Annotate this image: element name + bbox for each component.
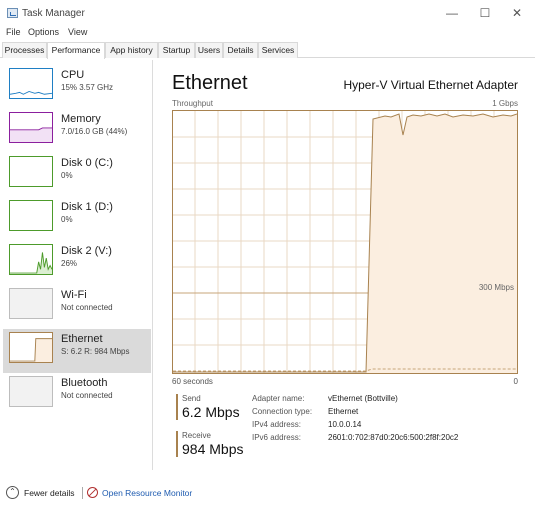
tab-processes[interactable]: Processes [2, 42, 47, 58]
memory-thumbnail [9, 112, 53, 143]
sidebar-item-label: Disk 2 (V:) [61, 245, 112, 257]
wifi-thumbnail [9, 288, 53, 319]
sidebar-item-disk1[interactable]: Disk 1 (D:) 0% [3, 197, 151, 241]
sidebar-item-label: Disk 0 (C:) [61, 157, 113, 169]
disk0-thumbnail [9, 156, 53, 187]
throughput-graph-svg [173, 111, 517, 373]
sidebar-item-ethernet[interactable]: Ethernet S: 6.2 R: 984 Mbps [3, 329, 151, 373]
menu-file[interactable]: File [6, 27, 21, 37]
minimize-icon[interactable]: — [437, 4, 467, 22]
sidebar-item-value: 26% [61, 259, 78, 268]
throughput-label: Throughput [172, 99, 213, 108]
detail-row: IPv4 address: 10.0.0.14 [252, 420, 512, 432]
detail-value: Ethernet [328, 407, 359, 416]
throughput-mid-label: 300 Mbps [478, 283, 514, 292]
sidebar-item-value: 15% 3.57 GHz [61, 83, 114, 92]
tab-services[interactable]: Services [258, 42, 298, 58]
sidebar-item-value: 7.0/16.0 GB (44%) [61, 127, 128, 136]
page-title: Ethernet [172, 72, 248, 94]
adapter-name-heading: Hyper-V Virtual Ethernet Adapter [343, 78, 518, 92]
sidebar-item-value: 0% [61, 171, 73, 180]
tab-performance[interactable]: Performance [47, 42, 105, 59]
sidebar-item-label: CPU [61, 69, 85, 81]
throughput-graph [172, 110, 518, 374]
sidebar-item-memory[interactable]: Memory 7.0/16.0 GB (44%) [3, 109, 151, 153]
ethernet-thumbnail [9, 332, 53, 363]
menu-options[interactable]: Options [28, 27, 59, 37]
window-title: Task Manager [22, 8, 85, 19]
detail-key: Adapter name: [252, 394, 305, 403]
sidebar-item-value: S: 6.2 R: 984 Mbps [61, 347, 130, 356]
footer-bar: ⌃ Fewer details Open Resource Monitor [0, 483, 535, 503]
detail-key: IPv4 address: [252, 420, 301, 429]
detail-row: Connection type: Ethernet [252, 407, 512, 419]
receive-label: Receive [182, 431, 211, 440]
detail-key: IPv6 address: [252, 433, 301, 442]
sidebar-item-value: Not connected [61, 303, 113, 312]
disk2-thumbnail [9, 244, 53, 275]
tab-details[interactable]: Details [223, 42, 258, 58]
receive-stat: Receive 984 Mbps [176, 431, 243, 457]
sidebar-item-label: Wi-Fi [61, 289, 87, 301]
send-label: Send [182, 394, 201, 403]
sidebar-item-label: Bluetooth [61, 377, 108, 389]
time-span-label: 60 seconds [172, 377, 213, 386]
sidebar-item-disk2[interactable]: Disk 2 (V:) 26% [3, 241, 151, 285]
resource-monitor-icon[interactable] [87, 487, 98, 498]
detail-key: Connection type: [252, 407, 313, 416]
tab-users[interactable]: Users [195, 42, 223, 58]
sidebar-item-label: Memory [61, 113, 101, 125]
close-icon[interactable]: ✕ [502, 4, 532, 22]
title-bar: Task Manager — ☐ ✕ [0, 0, 535, 26]
tab-bar: Processes Performance App history Startu… [0, 41, 535, 59]
detail-value: 10.0.0.14 [328, 420, 362, 429]
sidebar-item-wifi[interactable]: Wi-Fi Not connected [3, 285, 151, 329]
sidebar-item-label: Ethernet [61, 333, 103, 345]
throughput-max-label: 1 Gbps [492, 99, 518, 108]
menu-view[interactable]: View [68, 27, 87, 37]
detail-row: IPv6 address: 2601:0:702:87d0:20c6:500:2… [252, 433, 512, 445]
time-zero-label: 0 [513, 377, 518, 386]
tab-app-history[interactable]: App history [105, 42, 158, 58]
tab-startup[interactable]: Startup [158, 42, 195, 58]
cpu-thumbnail [9, 68, 53, 99]
sidebar-item-value: Not connected [61, 391, 113, 400]
sidebar-item-cpu[interactable]: CPU 15% 3.57 GHz [3, 65, 151, 109]
disk1-thumbnail [9, 200, 53, 231]
fewer-details-link[interactable]: Fewer details [24, 488, 75, 498]
maximize-icon[interactable]: ☐ [470, 4, 500, 22]
menu-bar: File Options View [0, 26, 535, 40]
footer-divider [82, 487, 83, 499]
bluetooth-thumbnail [9, 376, 53, 407]
sidebar-item-disk0[interactable]: Disk 0 (C:) 0% [3, 153, 151, 197]
detail-value: vEthernet (Bottville) [328, 394, 398, 403]
receive-value: 984 Mbps [182, 441, 244, 457]
send-value: 6.2 Mbps [182, 404, 240, 420]
send-stat: Send 6.2 Mbps [176, 394, 240, 420]
sidebar-item-label: Disk 1 (D:) [61, 201, 113, 213]
task-manager-icon [7, 8, 18, 18]
sidebar-item-bluetooth[interactable]: Bluetooth Not connected [3, 373, 151, 417]
detail-value: 2601:0:702:87d0:20c6:500:2f8f:20c2 [328, 433, 459, 442]
chevron-up-icon[interactable]: ⌃ [6, 486, 19, 499]
detail-row: Adapter name: vEthernet (Bottville) [252, 394, 512, 406]
open-resource-monitor-link[interactable]: Open Resource Monitor [102, 488, 192, 498]
sidebar-item-value: 0% [61, 215, 73, 224]
resource-sidebar: CPU 15% 3.57 GHz Memory 7.0/16.0 GB (44%… [0, 60, 153, 470]
ethernet-panel: Ethernet Hyper-V Virtual Ethernet Adapte… [172, 60, 522, 470]
